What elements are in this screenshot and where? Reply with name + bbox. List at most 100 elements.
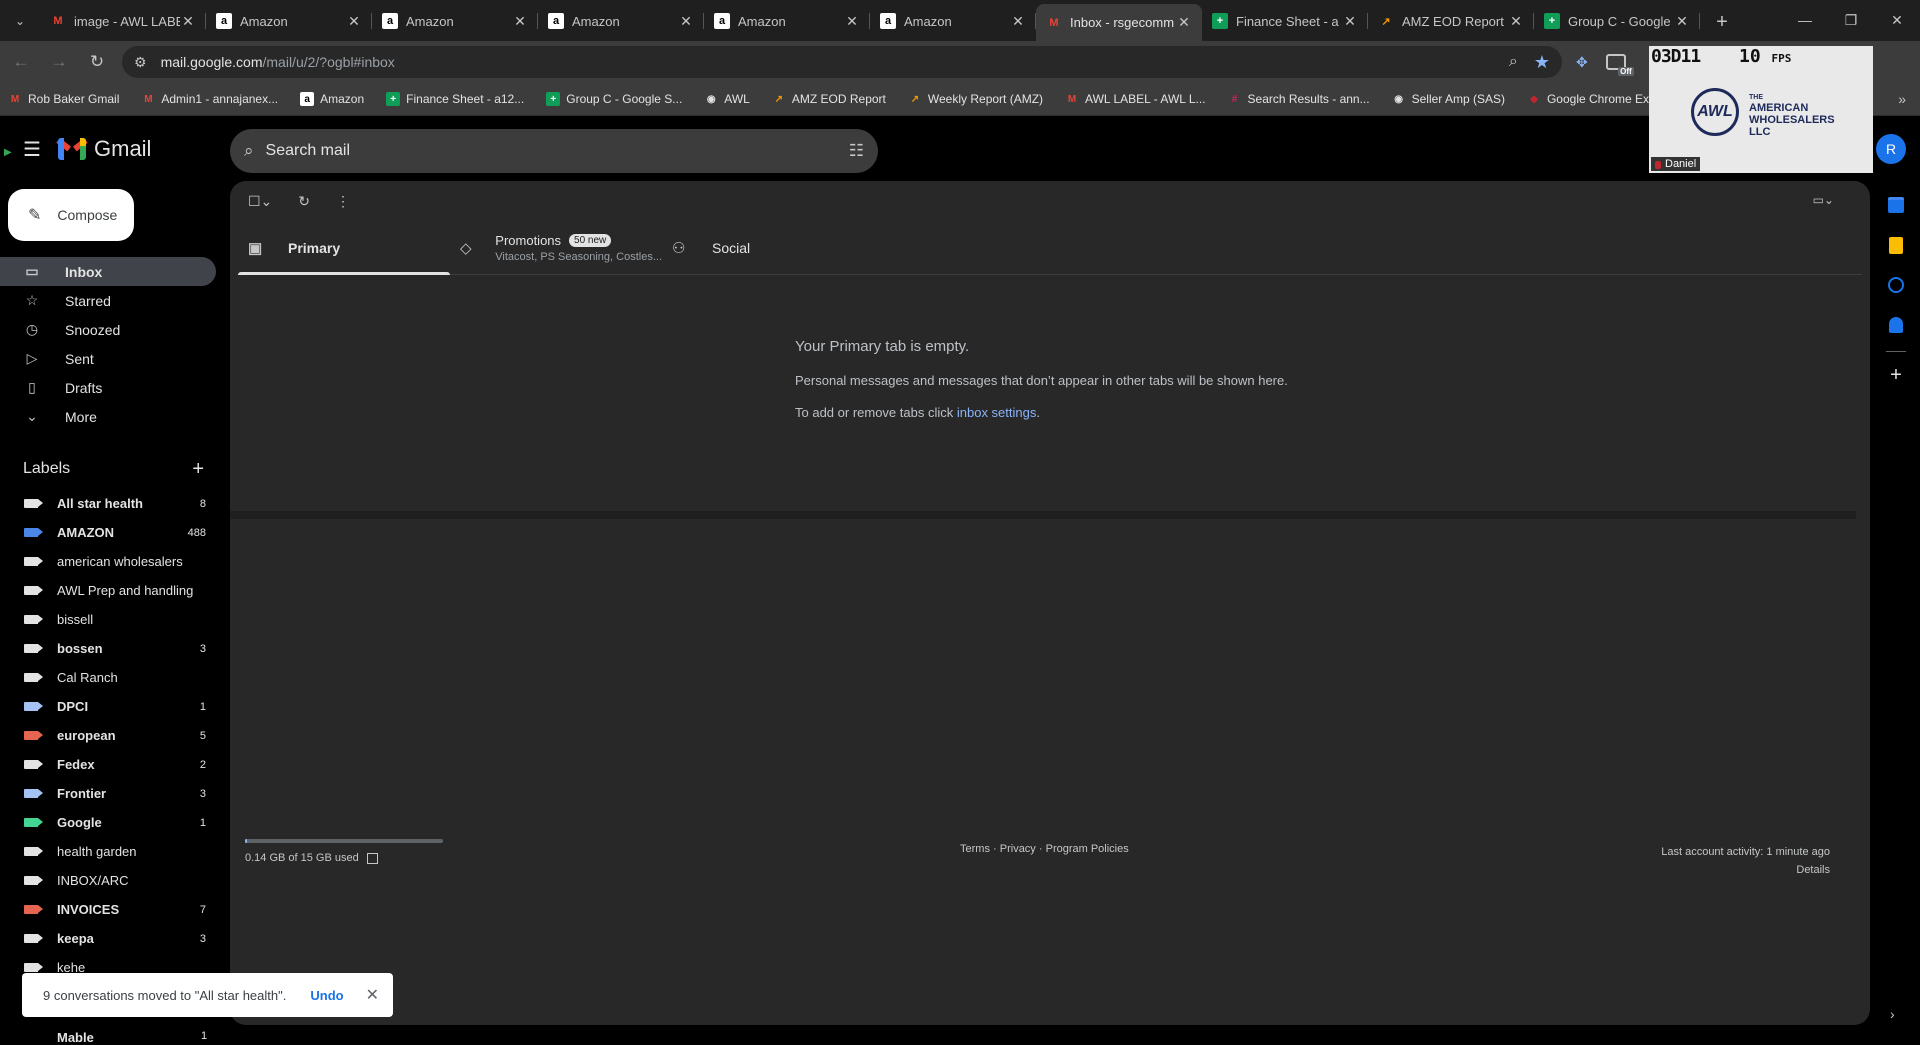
close-tab-icon[interactable]: ✕ xyxy=(844,13,860,30)
close-window-button[interactable]: ✕ xyxy=(1874,0,1920,40)
compose-button[interactable]: ✎ Compose xyxy=(8,189,134,241)
bookmark-item[interactable]: ◉ Seller Amp (SAS) xyxy=(1392,92,1505,106)
address-bar[interactable]: ⚙ mail.google.com/mail/u/2/?ogbl#inbox ⌕… xyxy=(122,46,1562,78)
undo-button[interactable]: Undo xyxy=(310,988,343,1003)
label-item[interactable]: INVOICES 7 xyxy=(0,895,216,924)
search-options-icon[interactable]: ☷ xyxy=(849,141,864,161)
label-item[interactable]: bossen 3 xyxy=(0,634,216,663)
back-button[interactable]: ← xyxy=(4,45,38,79)
account-avatar[interactable]: R xyxy=(1876,134,1906,164)
site-info-icon[interactable]: ⚙ xyxy=(134,54,147,71)
bookmark-item[interactable]: + Group C - Google S... xyxy=(546,92,682,106)
browser-tab[interactable]: + Finance Sheet - a ✕ xyxy=(1202,4,1368,38)
program-policies-link[interactable]: Program Policies xyxy=(1046,843,1129,855)
contacts-icon[interactable] xyxy=(1882,311,1910,339)
reload-button[interactable]: ↻ xyxy=(80,45,114,79)
close-tab-icon[interactable]: ✕ xyxy=(346,13,362,30)
zoom-icon[interactable]: ⌕ xyxy=(1509,53,1518,71)
main-menu-icon[interactable]: ☰ xyxy=(8,125,56,173)
keep-icon[interactable] xyxy=(1882,231,1910,259)
close-tab-icon[interactable]: ✕ xyxy=(1176,14,1192,31)
search-icon[interactable]: ⌕ xyxy=(244,141,254,161)
external-link-icon[interactable] xyxy=(366,852,378,864)
sidebar-item-drafts[interactable]: ▯ Drafts xyxy=(0,373,216,402)
bookmarks-overflow-icon[interactable]: » xyxy=(1898,91,1906,107)
sidebar-item-starred[interactable]: ☆ Starred xyxy=(0,286,216,315)
close-tab-icon[interactable]: ✕ xyxy=(1342,13,1358,30)
sidebar-item-more[interactable]: ⌄ More xyxy=(0,402,216,431)
bookmark-item[interactable]: ↗ Weekly Report (AMZ) xyxy=(908,92,1043,106)
bookmark-item[interactable]: M Rob Baker Gmail xyxy=(8,92,120,106)
terms-link[interactable]: Terms xyxy=(960,843,990,855)
sidebar-label-cutoff[interactable]: Mable xyxy=(57,1030,94,1045)
label-item[interactable]: INBOX/ARC xyxy=(0,866,216,895)
browser-tab[interactable]: a Amazon ✕ xyxy=(206,4,372,38)
tasks-icon[interactable] xyxy=(1882,271,1910,299)
label-item[interactable]: american wholesalers xyxy=(0,547,216,576)
extension-off-icon[interactable]: Off xyxy=(1605,54,1634,76)
label-item[interactable]: Cal Ranch xyxy=(0,663,216,692)
label-item[interactable]: All star health 8 xyxy=(0,489,216,518)
refresh-icon[interactable]: ↻ xyxy=(298,193,310,210)
bookmark-item[interactable]: ◆ Google Chrome Ext... xyxy=(1527,92,1662,106)
label-item[interactable]: DPCI 1 xyxy=(0,692,216,721)
label-item[interactable]: Fedex 2 xyxy=(0,750,216,779)
bookmark-item[interactable]: # Search Results - ann... xyxy=(1228,92,1370,106)
calendar-icon[interactable] xyxy=(1882,191,1910,219)
search-input[interactable] xyxy=(265,142,849,160)
label-item[interactable]: Frontier 3 xyxy=(0,779,216,808)
tab-primary[interactable]: ▣ Primary xyxy=(238,221,450,275)
search-bar[interactable]: ⌕ ☷ xyxy=(230,129,878,173)
bookmark-item[interactable]: a Amazon xyxy=(300,92,364,106)
label-item[interactable]: health garden xyxy=(0,837,216,866)
browser-tab[interactable]: Mimage - AWL LABEL ✕ xyxy=(40,4,206,38)
new-tab-button[interactable]: + xyxy=(1708,8,1736,36)
more-options-icon[interactable]: ⋮ xyxy=(336,193,350,210)
create-label-icon[interactable]: + xyxy=(192,458,204,481)
select-checkbox-icon[interactable]: ☐⌄ xyxy=(248,193,272,210)
hide-side-panel-icon[interactable]: › xyxy=(1890,1006,1895,1022)
input-tools-icon[interactable]: ▭⌄ xyxy=(1813,193,1834,207)
details-link[interactable]: Details xyxy=(1661,861,1830,879)
browser-tab[interactable]: + Group C - Google ✕ xyxy=(1534,4,1700,38)
close-tab-icon[interactable]: ✕ xyxy=(1508,13,1524,30)
browser-tab[interactable]: M Inbox - rsgecomm ✕ xyxy=(1036,4,1202,41)
bookmark-star-icon[interactable]: ★ xyxy=(1534,52,1550,73)
tab-search-button[interactable]: ⌄ xyxy=(0,0,40,41)
label-item[interactable]: keepa 3 xyxy=(0,924,216,953)
browser-tab[interactable]: a Amazon ✕ xyxy=(704,4,870,38)
browser-tab[interactable]: ↗ AMZ EOD Report ✕ xyxy=(1368,4,1534,38)
privacy-link[interactable]: Privacy xyxy=(1000,843,1036,855)
sidebar-item-sent[interactable]: ▷ Sent xyxy=(0,344,216,373)
inbox-settings-link[interactable]: inbox settings xyxy=(957,405,1037,420)
close-tab-icon[interactable]: ✕ xyxy=(512,13,528,30)
browser-tab[interactable]: a Amazon ✕ xyxy=(372,4,538,38)
bookmark-item[interactable]: M AWL LABEL - AWL L... xyxy=(1065,92,1206,106)
label-item[interactable]: AWL Prep and handling xyxy=(0,576,216,605)
gmail-logo[interactable]: Gmail xyxy=(56,136,151,162)
label-item[interactable]: european 5 xyxy=(0,721,216,750)
sidebar-item-snoozed[interactable]: ◷ Snoozed xyxy=(0,315,216,344)
close-tab-icon[interactable]: ✕ xyxy=(1010,13,1026,30)
extension-puzzle-icon[interactable]: ✥ xyxy=(1576,54,1588,71)
tab-social[interactable]: ⚇ Social xyxy=(662,221,874,274)
restore-button[interactable]: ❐ xyxy=(1828,0,1874,40)
get-addons-icon[interactable]: + xyxy=(1872,364,1920,387)
tab-promotions[interactable]: ◇ Promotions 50 new Vitacost, PS Seasonin… xyxy=(450,221,662,274)
label-item[interactable]: bissell xyxy=(0,605,216,634)
minimize-button[interactable]: — xyxy=(1782,0,1828,40)
sidebar-item-inbox[interactable]: ▭ Inbox xyxy=(0,257,216,286)
close-tab-icon[interactable]: ✕ xyxy=(678,13,694,30)
label-item[interactable]: AMAZON 488 xyxy=(0,518,216,547)
url-text[interactable]: mail.google.com/mail/u/2/?ogbl#inbox xyxy=(161,54,1493,70)
bookmark-item[interactable]: + Finance Sheet - a12... xyxy=(386,92,524,106)
bookmark-item[interactable]: M Admin1 - annajanex... xyxy=(141,92,278,106)
browser-tab[interactable]: a Amazon ✕ xyxy=(870,4,1036,38)
close-icon[interactable]: ✕ xyxy=(366,985,379,1005)
bookmark-item[interactable]: ↗ AMZ EOD Report xyxy=(772,92,886,106)
browser-tab[interactable]: a Amazon ✕ xyxy=(538,4,704,38)
close-tab-icon[interactable]: ✕ xyxy=(180,13,196,30)
close-tab-icon[interactable]: ✕ xyxy=(1674,13,1690,30)
forward-button[interactable]: → xyxy=(42,45,76,79)
label-item[interactable]: Google 1 xyxy=(0,808,216,837)
